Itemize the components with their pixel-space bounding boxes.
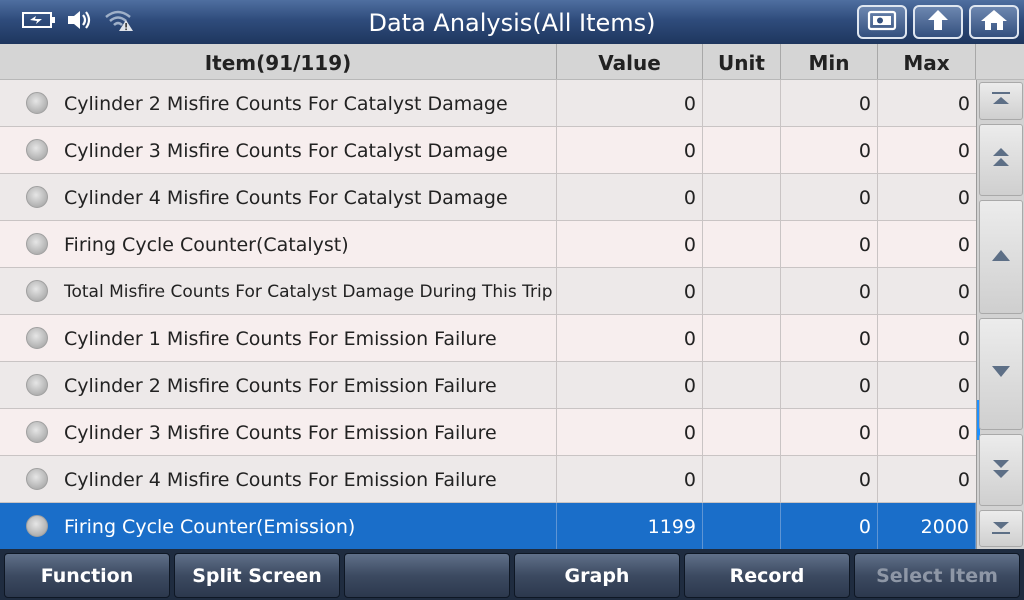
line-up-button[interactable] <box>979 200 1023 314</box>
line-down-button[interactable] <box>979 318 1023 430</box>
item-unit <box>703 409 781 455</box>
item-name: Cylinder 1 Misfire Counts For Emission F… <box>0 315 557 361</box>
item-unit <box>703 268 781 314</box>
item-max: 0 <box>957 93 970 115</box>
column-header-item[interactable]: Item(91/119) <box>0 44 557 79</box>
table-header: Item(91/119) Value Unit Min Max <box>0 44 1024 80</box>
column-header-value[interactable]: Value <box>557 44 703 79</box>
item-name: Cylinder 3 Misfire Counts For Catalyst D… <box>0 127 557 173</box>
line-down-icon <box>989 362 1013 386</box>
table-rows: Cylinder 2 Misfire Counts For Catalyst D… <box>0 80 976 550</box>
item-value: 0 <box>557 127 703 173</box>
item-value: 0 <box>557 409 703 455</box>
item-unit <box>703 80 781 126</box>
table-row[interactable]: Cylinder 2 Misfire Counts For Catalyst D… <box>0 80 976 127</box>
table-row[interactable]: Cylinder 4 Misfire Counts For Catalyst D… <box>0 174 976 221</box>
item-max: 0 <box>957 469 970 491</box>
item-min: 0 <box>781 362 878 408</box>
bottom-toolbar: Function Split Screen Graph Record Selec… <box>0 549 1024 600</box>
item-value: 0 <box>557 80 703 126</box>
item-min: 0 <box>781 127 878 173</box>
item-min: 0 <box>781 409 878 455</box>
table-row[interactable]: Cylinder 1 Misfire Counts For Emission F… <box>0 315 976 362</box>
page-down-button[interactable] <box>979 434 1023 506</box>
scroll-bottom-icon <box>989 517 1013 541</box>
item-unit <box>703 174 781 220</box>
select-item-button[interactable]: Select Item <box>854 553 1020 598</box>
item-unit <box>703 503 781 549</box>
back-button[interactable] <box>913 5 963 39</box>
record-button[interactable]: Record <box>684 553 850 598</box>
table-row[interactable]: Cylinder 4 Misfire Counts For Emission F… <box>0 456 976 503</box>
table-row-selected[interactable]: Firing Cycle Counter(Emission) 1199 0 20… <box>0 503 976 550</box>
column-header-min[interactable]: Min <box>781 44 878 79</box>
back-icon <box>923 8 953 36</box>
item-min: 0 <box>781 80 878 126</box>
item-max: 0 <box>957 281 970 303</box>
graph-button[interactable]: Graph <box>514 553 680 598</box>
item-value: 0 <box>557 315 703 361</box>
item-max: 2000 <box>878 503 976 549</box>
scroll-top-icon <box>989 89 1013 113</box>
item-max: 0 <box>957 140 970 162</box>
page-down-icon <box>989 454 1013 486</box>
home-button[interactable] <box>969 5 1019 39</box>
item-name: Cylinder 4 Misfire Counts For Catalyst D… <box>0 174 557 220</box>
page-up-icon <box>989 144 1013 176</box>
item-max: 0 <box>957 328 970 350</box>
scroll-controls <box>976 80 1024 549</box>
item-max: 0 <box>957 422 970 444</box>
item-unit <box>703 362 781 408</box>
item-value: 0 <box>557 221 703 267</box>
item-name: Cylinder 3 Misfire Counts For Emission F… <box>0 409 557 455</box>
split-screen-button[interactable]: Split Screen <box>174 553 340 598</box>
title-bar: Data Analysis(All Items) <box>0 0 1024 44</box>
column-header-max[interactable]: Max <box>878 44 976 79</box>
item-unit <box>703 127 781 173</box>
item-max: 0 <box>957 187 970 209</box>
item-value: 0 <box>557 268 703 314</box>
item-name: Firing Cycle Counter(Emission) <box>0 503 557 549</box>
item-name: Cylinder 2 Misfire Counts For Catalyst D… <box>0 80 557 126</box>
item-name: Cylinder 2 Misfire Counts For Emission F… <box>0 362 557 408</box>
item-value: 1199 <box>557 503 703 549</box>
item-unit <box>703 221 781 267</box>
screenshot-button[interactable] <box>857 5 907 39</box>
item-min: 0 <box>781 503 878 549</box>
line-up-icon <box>989 245 1013 269</box>
data-table: Item(91/119) Value Unit Min Max Cylinder… <box>0 44 1024 550</box>
item-name: Cylinder 4 Misfire Counts For Emission F… <box>0 456 557 502</box>
item-min: 0 <box>781 456 878 502</box>
item-max: 0 <box>957 234 970 256</box>
item-min: 0 <box>781 221 878 267</box>
item-value: 0 <box>557 174 703 220</box>
column-header-unit[interactable]: Unit <box>703 44 781 79</box>
item-min: 0 <box>781 174 878 220</box>
item-unit <box>703 456 781 502</box>
item-name: Total Misfire Counts For Catalyst Damage… <box>0 268 557 314</box>
scroll-bottom-button[interactable] <box>979 510 1023 547</box>
item-value: 0 <box>557 456 703 502</box>
home-icon <box>979 8 1009 36</box>
item-min: 0 <box>781 268 878 314</box>
scroll-top-button[interactable] <box>979 82 1023 120</box>
table-row[interactable]: Cylinder 2 Misfire Counts For Emission F… <box>0 362 976 409</box>
table-row[interactable]: Cylinder 3 Misfire Counts For Catalyst D… <box>0 127 976 174</box>
item-min: 0 <box>781 315 878 361</box>
item-value: 0 <box>557 362 703 408</box>
page-up-button[interactable] <box>979 124 1023 196</box>
item-name: Firing Cycle Counter(Catalyst) <box>0 221 557 267</box>
function-button[interactable]: Function <box>4 553 170 598</box>
table-row[interactable]: Firing Cycle Counter(Catalyst) 0 0 0 <box>0 221 976 268</box>
screenshot-icon <box>867 9 897 35</box>
empty-button[interactable] <box>344 553 510 598</box>
item-unit <box>703 315 781 361</box>
table-row[interactable]: Cylinder 3 Misfire Counts For Emission F… <box>0 409 976 456</box>
item-max: 0 <box>957 375 970 397</box>
table-row[interactable]: Total Misfire Counts For Catalyst Damage… <box>0 268 976 315</box>
